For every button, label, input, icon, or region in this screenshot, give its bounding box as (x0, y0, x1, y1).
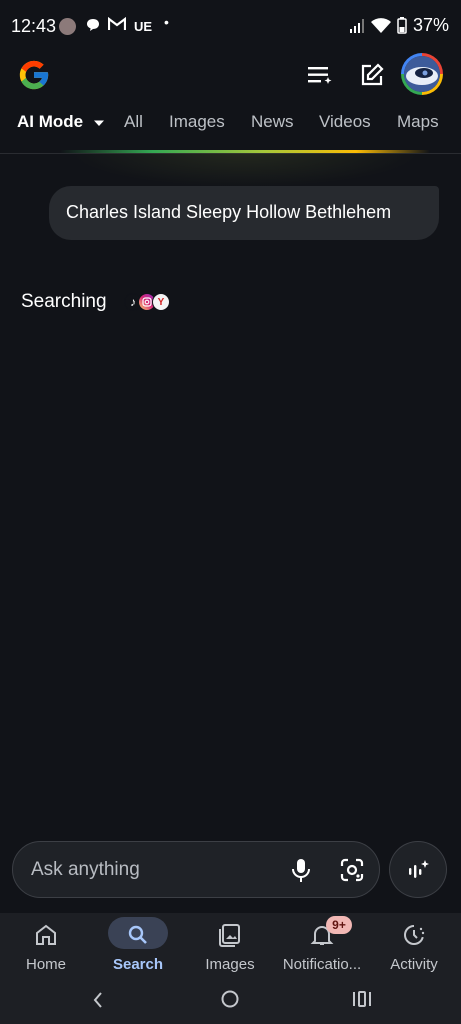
nav-home[interactable]: Home (0, 913, 92, 980)
tab-videos[interactable]: Videos (319, 112, 371, 132)
back-icon[interactable] (90, 990, 106, 1010)
nav-label: Home (25, 956, 66, 973)
source-icons: ♪ Y (124, 293, 170, 311)
searching-status: Searching (21, 291, 107, 312)
bottom-navigation: Home Search Images 9+ Notificatio... Act… (0, 913, 461, 980)
battery-percent: 37% (412, 15, 449, 35)
yelp-icon: Y (152, 293, 170, 311)
nav-label: Search (112, 956, 164, 973)
tab-label: AI Mode (17, 112, 84, 131)
search-tabs: AI Mode All Images News Videos Maps (0, 112, 461, 146)
history-list-button[interactable] (303, 58, 337, 92)
history-list-icon (308, 67, 332, 84)
edit-icon (361, 63, 384, 86)
carrier-tag: UE (134, 19, 153, 34)
nav-images[interactable]: Images (184, 913, 276, 980)
loading-glow (70, 152, 420, 187)
search-icon (128, 925, 147, 944)
gmail-icon (107, 16, 127, 34)
ask-placeholder: Ask anything (31, 859, 140, 880)
home-icon (36, 924, 56, 945)
tab-images[interactable]: Images (169, 112, 225, 132)
ask-input[interactable]: Ask anything (12, 841, 380, 898)
tab-news[interactable]: News (251, 112, 294, 132)
query-bubble: Charles Island Sleepy Hollow Bethlehem (49, 186, 439, 240)
signal-icon (349, 18, 364, 33)
chat-bubble-icon (85, 17, 101, 36)
notification-badge: 9+ (326, 916, 352, 934)
profile-avatar[interactable] (401, 53, 443, 95)
live-sparkle-icon (409, 859, 429, 878)
nav-activity[interactable]: Activity (368, 913, 460, 980)
nav-search[interactable]: Search (92, 913, 184, 980)
new-chat-button[interactable] (355, 58, 389, 92)
live-voice-button[interactable] (389, 841, 447, 898)
tab-maps[interactable]: Maps (397, 112, 439, 132)
nav-notifications[interactable]: 9+ Notificatio... (276, 913, 368, 980)
nav-label: Notificatio... (282, 956, 362, 973)
home-circle-icon[interactable] (220, 989, 240, 1009)
tab-all[interactable]: All (124, 112, 143, 132)
tab-ai-mode[interactable]: AI Mode (17, 112, 105, 132)
google-logo-icon[interactable] (17, 58, 51, 92)
nav-label: Images (205, 956, 255, 973)
microphone-icon[interactable] (289, 857, 313, 883)
images-icon (219, 924, 240, 947)
google-lens-icon[interactable] (339, 857, 365, 883)
wifi-icon (370, 17, 391, 33)
recents-icon[interactable] (352, 990, 372, 1008)
nav-label: Activity (390, 956, 438, 973)
status-bar: 12:43 UE • 37% (0, 0, 461, 52)
avatar-image (404, 56, 440, 92)
system-navigation-bar (0, 980, 461, 1024)
status-right: 37% (349, 15, 449, 36)
status-time: 12:43 (11, 16, 57, 36)
notification-avatar-icon (59, 18, 76, 35)
loading-indicator-line (60, 150, 430, 153)
battery-icon (397, 17, 407, 34)
query-text: Charles Island Sleepy Hollow Bethlehem (66, 202, 392, 222)
activity-icon (404, 925, 425, 945)
dropdown-caret-icon (93, 120, 104, 126)
more-notifications-dot: • (164, 14, 169, 30)
